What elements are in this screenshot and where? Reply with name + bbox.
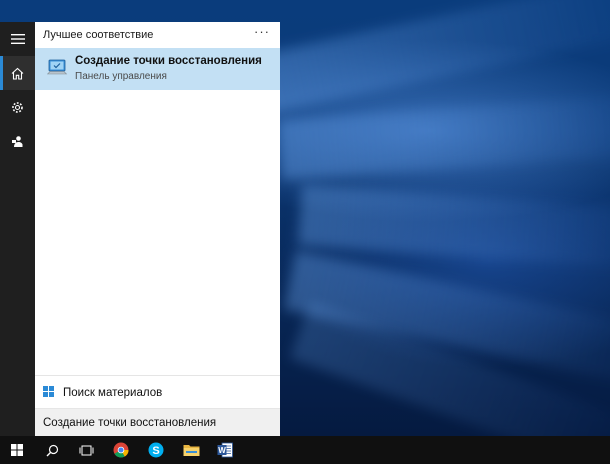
feedback-icon xyxy=(12,135,23,147)
start-rail xyxy=(0,22,35,436)
best-match-heading: Лучшее соответствие xyxy=(43,29,154,41)
svg-text:W: W xyxy=(218,446,226,455)
folder-icon xyxy=(183,445,199,456)
word-taskbar-button[interactable]: W xyxy=(208,436,242,464)
settings-button[interactable] xyxy=(0,90,35,124)
word-icon: W xyxy=(217,442,233,458)
system-restore-icon xyxy=(47,59,68,75)
best-match-result[interactable]: Создание точки восстановления Панель упр… xyxy=(35,48,280,90)
hamburger-menu-button[interactable] xyxy=(0,22,35,56)
windows-start-icon xyxy=(11,444,23,456)
windows-logo-icon xyxy=(43,386,54,397)
svg-text:S: S xyxy=(152,445,159,457)
skype-icon: S xyxy=(148,442,164,458)
skype-taskbar-button[interactable]: S xyxy=(139,436,173,464)
file-explorer-taskbar-button[interactable] xyxy=(174,436,208,464)
search-materials-label: Поиск материалов xyxy=(63,387,163,399)
search-taskbar-button[interactable] xyxy=(35,436,69,464)
best-match-title: Создание точки восстановления xyxy=(75,55,262,67)
home-icon xyxy=(11,67,24,80)
more-options-button[interactable]: ··· xyxy=(254,24,270,39)
search-icon xyxy=(46,444,58,456)
hamburger-icon xyxy=(10,34,25,44)
task-view-button[interactable] xyxy=(69,436,103,464)
home-button[interactable] xyxy=(0,56,35,90)
feedback-button[interactable] xyxy=(0,124,35,158)
search-materials-button[interactable]: Поиск материалов xyxy=(35,376,280,408)
search-query-text: Создание точки восстановления xyxy=(43,417,217,429)
chrome-icon xyxy=(113,442,129,458)
search-input[interactable]: Создание точки восстановления xyxy=(35,408,280,436)
gear-icon xyxy=(12,101,23,113)
search-results-panel: Лучшее соответствие ··· Создание точки в… xyxy=(35,22,280,436)
chrome-taskbar-button[interactable] xyxy=(104,436,138,464)
start-button[interactable] xyxy=(0,436,34,464)
best-match-subtitle: Панель управления xyxy=(75,71,167,82)
taskbar: S W xyxy=(0,436,610,464)
task-view-icon xyxy=(79,445,93,455)
